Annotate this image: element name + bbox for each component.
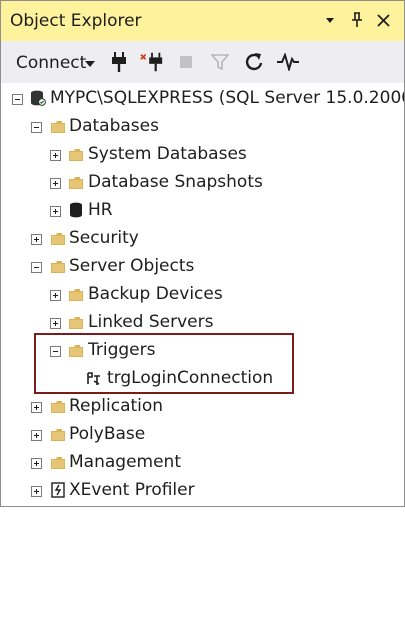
tree-label-database-snapshots: Database Snapshots [88,172,263,192]
folder-icon [51,429,65,441]
folder-icon [51,401,65,413]
folder-icon [51,261,65,273]
tree-label-server: MYPC\SQLEXPRESS (SQL Server 15.0.2000 - [50,88,405,108]
folder-icon [69,289,83,301]
expand-icon[interactable] [50,206,61,217]
tree-label-linked-servers: Linked Servers [88,312,214,332]
folder-icon [69,177,83,189]
tree-node-databases[interactable]: Databases [1,113,404,141]
tree-node-server-objects[interactable]: Server Objects [1,253,404,281]
expand-icon[interactable] [31,458,42,469]
folder-icon [51,457,65,469]
folder-icon [51,121,65,133]
filter-icon[interactable] [208,50,232,74]
collapse-icon[interactable] [12,94,23,105]
tree-label-security: Security [69,228,139,248]
tree-label-management: Management [69,452,181,472]
tree-label-server-objects: Server Objects [69,256,195,276]
expand-icon[interactable] [31,234,42,245]
expand-icon[interactable] [31,486,42,497]
tree-label-databases: Databases [69,116,159,136]
dropdown-icon[interactable] [319,9,341,31]
toolbar: Connect [1,41,404,83]
tree-label-replication: Replication [69,396,164,416]
xevent-profiler-icon [51,482,65,498]
pin-icon[interactable] [346,9,368,31]
tree-label-xevent-profiler: XEvent Profiler [69,480,195,500]
title-bar: Object Explorer [1,1,404,41]
tree-label-system-databases: System Databases [88,144,247,164]
expand-icon[interactable] [50,290,61,301]
tree-node-system-databases[interactable]: System Databases [1,141,404,169]
collapse-icon[interactable] [31,122,42,133]
object-explorer-panel: Object Explorer Connect MYPC\SQLEXPRESS … [0,0,405,507]
tree-node-xevent-profiler[interactable]: XEvent Profiler [1,477,404,505]
tree-node-server[interactable]: MYPC\SQLEXPRESS (SQL Server 15.0.2000 - [1,85,404,113]
close-icon[interactable] [372,9,394,31]
expand-icon[interactable] [31,430,42,441]
database-icon [70,202,82,218]
tree-label-hr: HR [88,200,113,220]
disconnect-icon[interactable] [140,50,164,74]
collapse-icon[interactable] [31,262,42,273]
expand-icon[interactable] [50,150,61,161]
folder-icon [69,317,83,329]
panel-title: Object Explorer [10,11,142,31]
stop-icon[interactable] [174,50,198,74]
tree-label-backup-devices: Backup Devices [88,284,223,304]
tree-node-replication[interactable]: Replication [1,393,404,421]
database-server-icon [31,90,46,106]
connect-icon[interactable] [107,50,131,74]
connect-dropdown-icon[interactable] [85,61,95,67]
folder-icon [69,149,83,161]
refresh-icon[interactable] [242,50,266,74]
highlight-box [34,333,294,394]
tree-node-backup-devices[interactable]: Backup Devices [1,281,404,309]
tree-label-polybase: PolyBase [69,424,146,444]
connect-button[interactable]: Connect [16,53,86,73]
tree-node-hr[interactable]: HR [1,197,404,225]
activity-monitor-icon[interactable] [276,50,300,74]
expand-icon[interactable] [50,318,61,329]
tree-node-security[interactable]: Security [1,225,404,253]
folder-icon [51,233,65,245]
expand-icon[interactable] [31,402,42,413]
tree-node-management[interactable]: Management [1,449,404,477]
expand-icon[interactable] [50,178,61,189]
tree-node-polybase[interactable]: PolyBase [1,421,404,449]
tree-node-database-snapshots[interactable]: Database Snapshots [1,169,404,197]
